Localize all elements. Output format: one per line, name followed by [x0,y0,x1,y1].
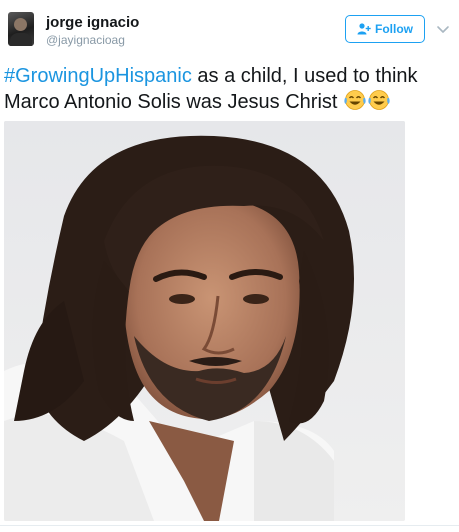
hashtag-link[interactable]: #GrowingUpHispanic [4,65,192,87]
tweet-text: #GrowingUpHispanic as a child, I used to… [4,63,456,115]
tears-of-joy-emoji-icon [344,90,366,110]
display-name[interactable]: jorge ignacio [46,14,139,31]
avatar[interactable] [8,12,34,46]
follow-button[interactable]: Follow [345,15,425,43]
add-user-icon [357,23,371,35]
tweet-header: jorge ignacio @jayignacioag Follow [0,0,459,60]
tears-of-joy-emoji-icon [368,90,390,110]
tweet-photo[interactable] [4,121,405,521]
portrait-image [4,121,405,521]
chevron-down-icon[interactable] [436,22,450,36]
user-handle[interactable]: @jayignacioag [46,33,125,47]
follow-label: Follow [375,22,413,36]
divider [0,525,459,526]
